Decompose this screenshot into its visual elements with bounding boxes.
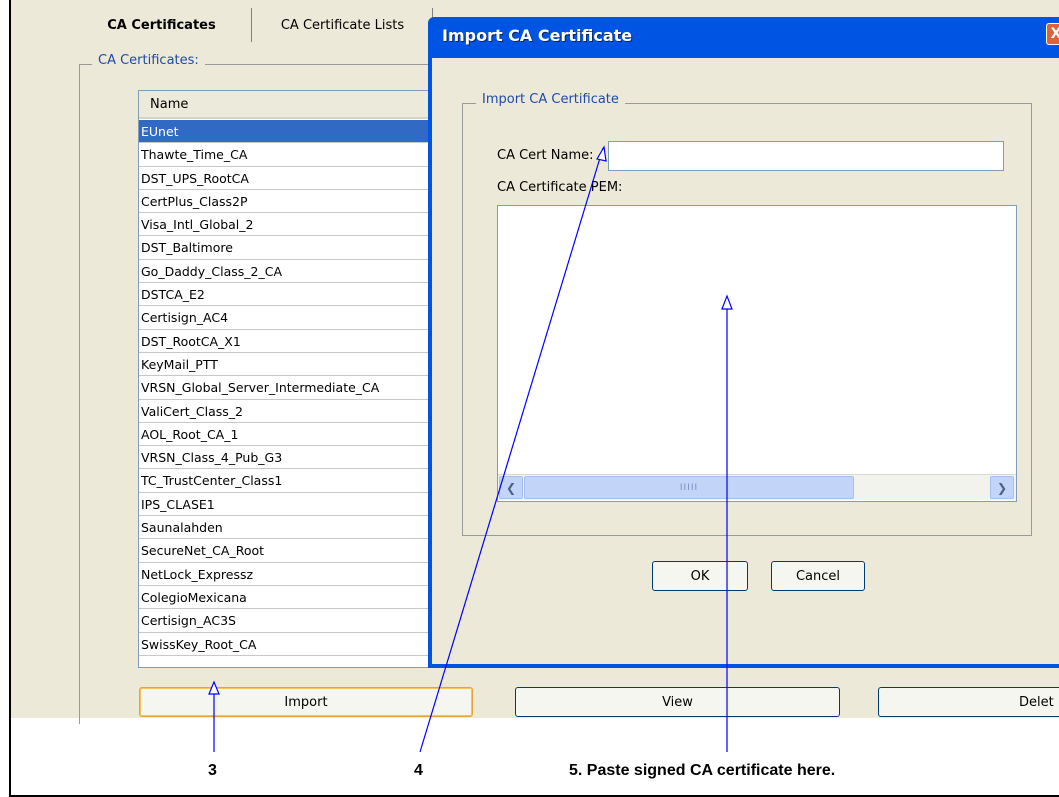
list-item[interactable]: CertPlus_Class2P	[139, 190, 437, 214]
pem-label: CA Certificate PEM:	[497, 180, 623, 195]
list-item[interactable]: EUnet	[139, 120, 437, 144]
list-item[interactable]: Certisign_AC4	[139, 306, 437, 330]
dialog-title: Import CA Certificate	[442, 26, 633, 45]
scroll-left-icon[interactable]: ❮	[499, 476, 523, 499]
delete-button[interactable]: Delet	[878, 687, 1059, 717]
list-item[interactable]: Thawte_Time_CA	[139, 143, 437, 167]
list-item[interactable]: NetLock_Expressz	[139, 563, 437, 586]
list-item[interactable]: DST_Baltimore	[139, 236, 437, 260]
list-item[interactable]: Saunalahden	[139, 516, 437, 540]
scroll-right-icon[interactable]: ❯	[990, 476, 1014, 499]
list-header-name[interactable]: Name	[139, 91, 437, 119]
list-item[interactable]: KeyMail_PTT	[139, 353, 437, 377]
list-item[interactable]: AOL_Root_CA_1	[139, 423, 437, 447]
import-group-legend: Import CA Certificate	[476, 92, 625, 107]
list-item[interactable]: ColegioMexicana	[139, 586, 437, 610]
certificate-rows: EUnet Thawte_Time_CA DST_UPS_RootCA CertPlu…	[139, 120, 437, 656]
list-item[interactable]: SecureNet_CA_Root	[139, 539, 437, 563]
list-item[interactable]: Visa_Intl_Global_2	[139, 213, 437, 237]
import-button[interactable]: Import	[139, 687, 473, 717]
list-item[interactable]: DSTCA_E2	[139, 283, 437, 307]
ok-button[interactable]: OK	[652, 561, 748, 591]
cert-name-input[interactable]	[608, 141, 1004, 171]
list-item[interactable]: VRSN_Global_Server_Intermediate_CA	[139, 376, 437, 400]
scroll-thumb[interactable]: IIIII	[524, 476, 854, 499]
list-item[interactable]: SwissKey_Root_CA	[139, 633, 437, 656]
horizontal-scrollbar[interactable]: ❮ IIIII ❯	[498, 474, 1016, 500]
list-item[interactable]: VRSN_Class_4_Pub_G3	[139, 446, 437, 470]
list-item[interactable]: TC_TrustCenter_Class1	[139, 469, 437, 493]
view-button[interactable]: View	[515, 687, 840, 717]
list-item[interactable]: DST_RootCA_X1	[139, 330, 437, 353]
list-item[interactable]: IPS_CLASE1	[139, 493, 437, 517]
callout-label-5: 5. Paste signed CA certificate here.	[569, 762, 836, 779]
pem-textarea[interactable]	[497, 205, 1017, 502]
close-icon[interactable]: X	[1046, 23, 1059, 45]
callout-label-3: 3	[208, 762, 217, 779]
callout-label-4: 4	[414, 762, 423, 779]
list-item[interactable]: DST_UPS_RootCA	[139, 167, 437, 190]
list-item[interactable]: Certisign_AC3S	[139, 609, 437, 633]
cert-name-label: CA Cert Name:	[497, 148, 594, 163]
list-item[interactable]: Go_Daddy_Class_2_CA	[139, 260, 437, 284]
ca-certificates-group-legend: CA Certificates:	[92, 53, 205, 68]
list-item[interactable]: ValiCert_Class_2	[139, 400, 437, 423]
tab-ca-certificate-lists[interactable]: CA Certificate Lists	[253, 8, 433, 42]
tab-ca-certificates[interactable]: CA Certificates	[72, 8, 252, 42]
cancel-button[interactable]: Cancel	[771, 561, 865, 591]
